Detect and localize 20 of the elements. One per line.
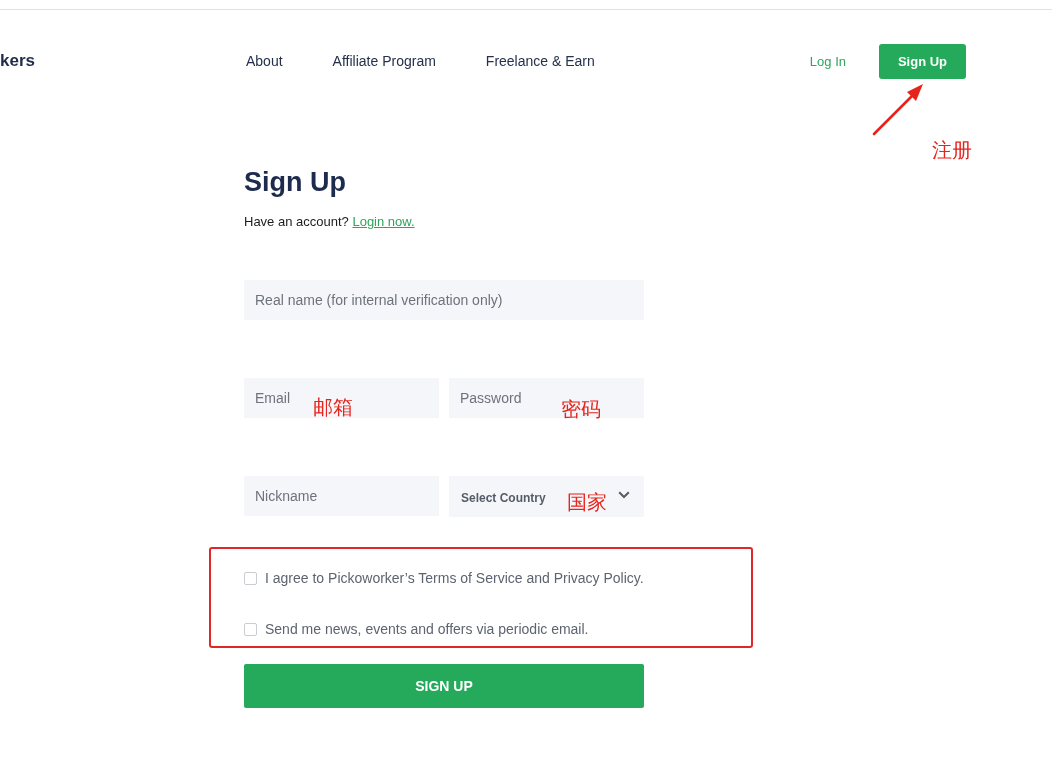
checkbox[interactable]	[244, 571, 257, 585]
nav-link[interactable]: Freelance & Earn	[485, 53, 595, 69]
annotation-label: 邮箱	[313, 395, 353, 419]
annotation-label: 密码	[561, 397, 601, 421]
input-field[interactable]: Real name (for internal verification only)	[244, 280, 644, 320]
annotation-label: 国家	[567, 490, 607, 514]
checkbox-label: Send me news, events and offers via periodic email.	[265, 621, 589, 637]
logo[interactable]: kers	[0, 51, 35, 71]
account-prompt: Have an account? Login now.	[244, 213, 416, 231]
login-link[interactable]: Log In	[809, 53, 846, 69]
login-now-link[interactable]: Login now.	[352, 214, 415, 229]
annotation-label: 注册	[932, 137, 972, 162]
annotation-arrow	[872, 81, 926, 136]
chevron-down-icon	[618, 490, 630, 499]
nav-link[interactable]: About	[246, 53, 283, 69]
nav-link[interactable]: Affiliate Program	[332, 53, 436, 69]
checkbox-label: I agree to Pickoworker’s Terms of Service and Privacy Policy.	[265, 570, 644, 586]
page-title: Sign Up	[244, 166, 347, 199]
input-field[interactable]: Nickname	[244, 476, 439, 516]
checkbox[interactable]	[244, 622, 257, 636]
